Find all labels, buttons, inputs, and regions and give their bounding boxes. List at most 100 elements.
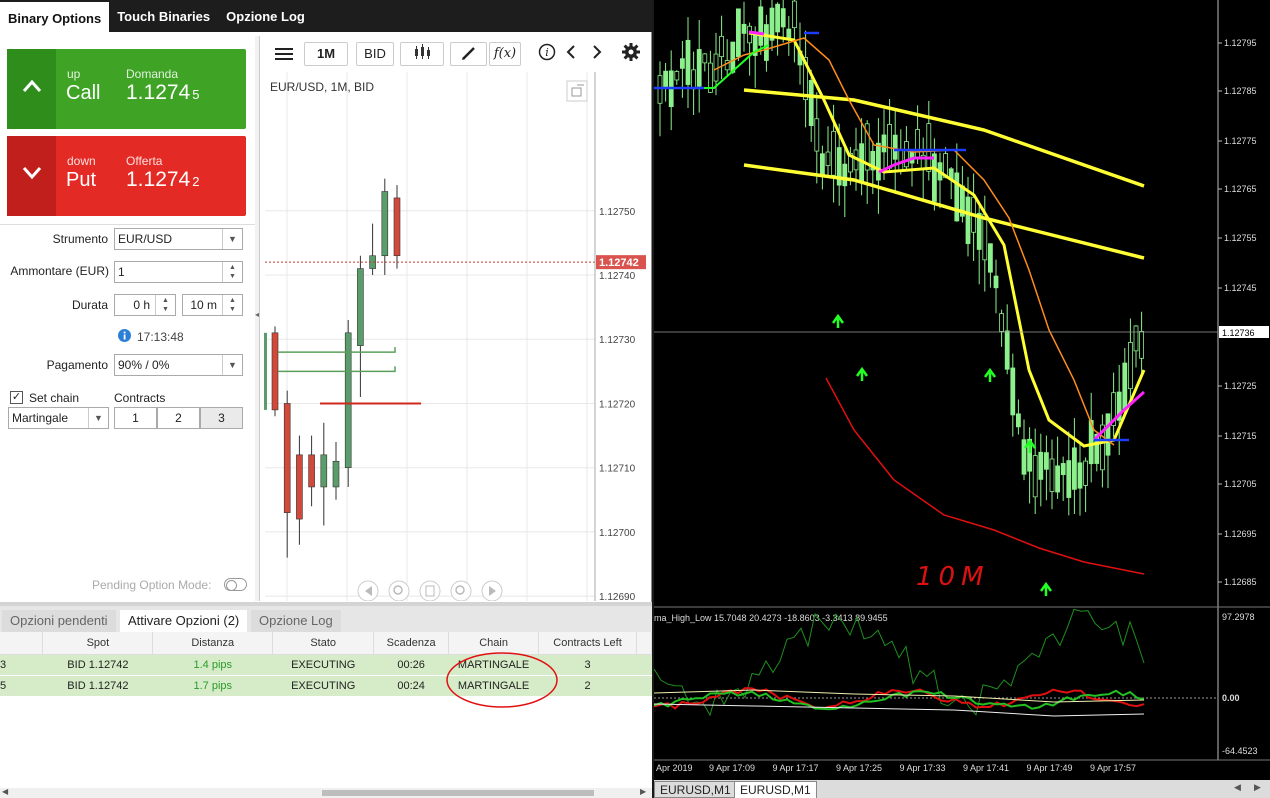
set-chain-checkbox[interactable]: ✓ (10, 391, 23, 404)
amount-value: 1 (118, 265, 125, 279)
candle-body (954, 172, 960, 222)
time-tick-label: Apr 2019 (656, 763, 693, 773)
price-tick-label: 1.12725 (1224, 381, 1257, 391)
call-arrow-box (7, 49, 56, 129)
stepper-icon[interactable]: ▲ ▼ (155, 295, 175, 315)
put-arrow-box (7, 136, 56, 216)
call-button[interactable]: up Call Domanda 1.1274 5 (7, 49, 246, 129)
osc-band-line (654, 703, 1145, 717)
chevron-down-icon: ▼ (88, 408, 108, 428)
put-button[interactable]: down Put Offerta 1.1274 2 (7, 136, 246, 216)
price-type-select[interactable]: BID (356, 42, 394, 66)
price-tick-label: 1.12730 (599, 335, 636, 346)
entry-line (278, 366, 396, 373)
gear-icon[interactable] (618, 42, 644, 66)
handwritten-annotation: 10M (916, 562, 990, 592)
col-expiry[interactable]: Scadenza (373, 632, 450, 655)
candle-body (308, 454, 315, 488)
popout-icon[interactable] (566, 80, 588, 102)
candle-body (357, 268, 364, 346)
contract-1-button[interactable]: 1 (114, 407, 157, 429)
pending-mode-toggle[interactable] (224, 578, 247, 591)
scrollbar-thumb[interactable] (322, 790, 594, 796)
menu-icon[interactable] (269, 42, 299, 66)
binary-options-app: Binary Options Touch Binaries Opzione Lo… (0, 0, 653, 798)
divider (0, 224, 255, 225)
col-distance[interactable]: Distanza (152, 632, 274, 655)
candle-body (786, 28, 792, 39)
draw-pen-icon[interactable] (450, 42, 487, 66)
ma-fast-line (713, 37, 1115, 446)
indicator-tick-label: 0.00 (1222, 693, 1240, 703)
payout-select[interactable]: 90% / 0% ▼ (114, 354, 243, 376)
amount-input[interactable]: 1 ▲ ▼ (114, 261, 243, 283)
cell-id: 5 (0, 675, 43, 697)
candle-body (1021, 439, 1027, 475)
chevron-left-icon[interactable] (560, 42, 582, 66)
timeframe-select[interactable]: 1M (304, 42, 348, 66)
chevron-down-icon: ▼ (222, 229, 242, 249)
stepper-icon[interactable]: ▲ ▼ (222, 262, 242, 282)
tab-opzione-log[interactable]: Opzione Log (218, 0, 313, 32)
chain-type-select[interactable]: Martingale ▼ (8, 407, 109, 429)
scroll-right-icon[interactable]: ▶ (640, 787, 646, 796)
col-id[interactable] (0, 632, 44, 655)
chevron-up-icon (22, 79, 42, 92)
candle-body (719, 36, 724, 58)
tab-pending-options[interactable]: Opzioni pendenti (2, 610, 116, 632)
scroll-left-icon[interactable]: ◀ (2, 787, 8, 796)
price-tick-label: 1.12715 (1224, 431, 1257, 441)
candle-body (819, 153, 825, 176)
candle-body (982, 213, 988, 261)
price-tick-label: 1.12765 (1224, 184, 1257, 194)
duration-hours-input[interactable]: 0 h ▲ ▼ (114, 294, 176, 316)
candle-body (283, 403, 291, 513)
cell-expiry: 00:26 (373, 654, 449, 676)
zoom-out-icon[interactable] (388, 580, 410, 601)
candle-body (702, 53, 708, 64)
candle-body (691, 69, 696, 90)
candle-body (679, 58, 685, 69)
candlestick-type-icon[interactable] (400, 42, 444, 66)
buy-arrow-icon (1023, 438, 1037, 453)
scroll-right-icon[interactable]: ▶ (1254, 782, 1261, 793)
contract-3-button[interactable]: 3 (200, 407, 243, 429)
tab-touch-binaries[interactable]: Touch Binaries (109, 0, 218, 32)
candle-body (1105, 413, 1111, 456)
tab-active-options[interactable]: Attivare Opzioni (2) (120, 610, 248, 632)
lower-channel-line (743, 163, 1145, 260)
ask-price: 1.1274 5 (126, 81, 199, 105)
horizontal-scrollbar[interactable]: ◀ ▶ (0, 787, 652, 798)
chevron-right-icon[interactable] (586, 42, 608, 66)
ask-label: Domanda (126, 67, 179, 81)
candle-body (764, 24, 769, 61)
duration-minutes-input[interactable]: 10 m ▲ ▼ (182, 294, 243, 316)
mt4-tab-1[interactable]: EURUSD,M1 (654, 781, 737, 798)
candle-body (1071, 447, 1077, 490)
trade-panel: up Call Domanda 1.1274 5 down Put Offerta… (0, 36, 255, 601)
tab-binary-options[interactable]: Binary Options (0, 0, 110, 32)
stepper-icon[interactable]: ▲ ▼ (222, 295, 242, 315)
reset-icon[interactable] (419, 580, 441, 601)
tab-option-log[interactable]: Opzione Log (251, 610, 341, 632)
price-tick-label: 1.12710 (599, 464, 636, 475)
cell-distance: 1.7 pips (152, 675, 273, 697)
pending-mode-label: Pending Option Mode: (92, 578, 212, 592)
time-tick-label: 9 Apr 17:57 (1090, 763, 1136, 773)
payout-label: Pagamento (46, 358, 108, 372)
red-annotation-arc (825, 377, 1145, 575)
cell-id: 3 (0, 654, 43, 676)
put-label: Put (66, 169, 97, 191)
col-status[interactable]: Stato (272, 632, 375, 655)
col-spot[interactable]: Spot (42, 632, 154, 655)
instrument-select[interactable]: EUR/USD ▼ (114, 228, 243, 250)
scroll-left-icon[interactable]: ◀ (1234, 782, 1241, 793)
zoom-in-icon[interactable] (450, 580, 472, 601)
mt4-tab-2[interactable]: EURUSD,M1 (734, 781, 817, 798)
info-icon[interactable]: i (534, 42, 560, 66)
candle-body (965, 196, 971, 244)
call-direction: up (67, 67, 81, 81)
indicators-button[interactable]: f(x) (489, 42, 521, 66)
candle-body (1139, 331, 1145, 359)
contract-2-button[interactable]: 2 (157, 407, 200, 429)
